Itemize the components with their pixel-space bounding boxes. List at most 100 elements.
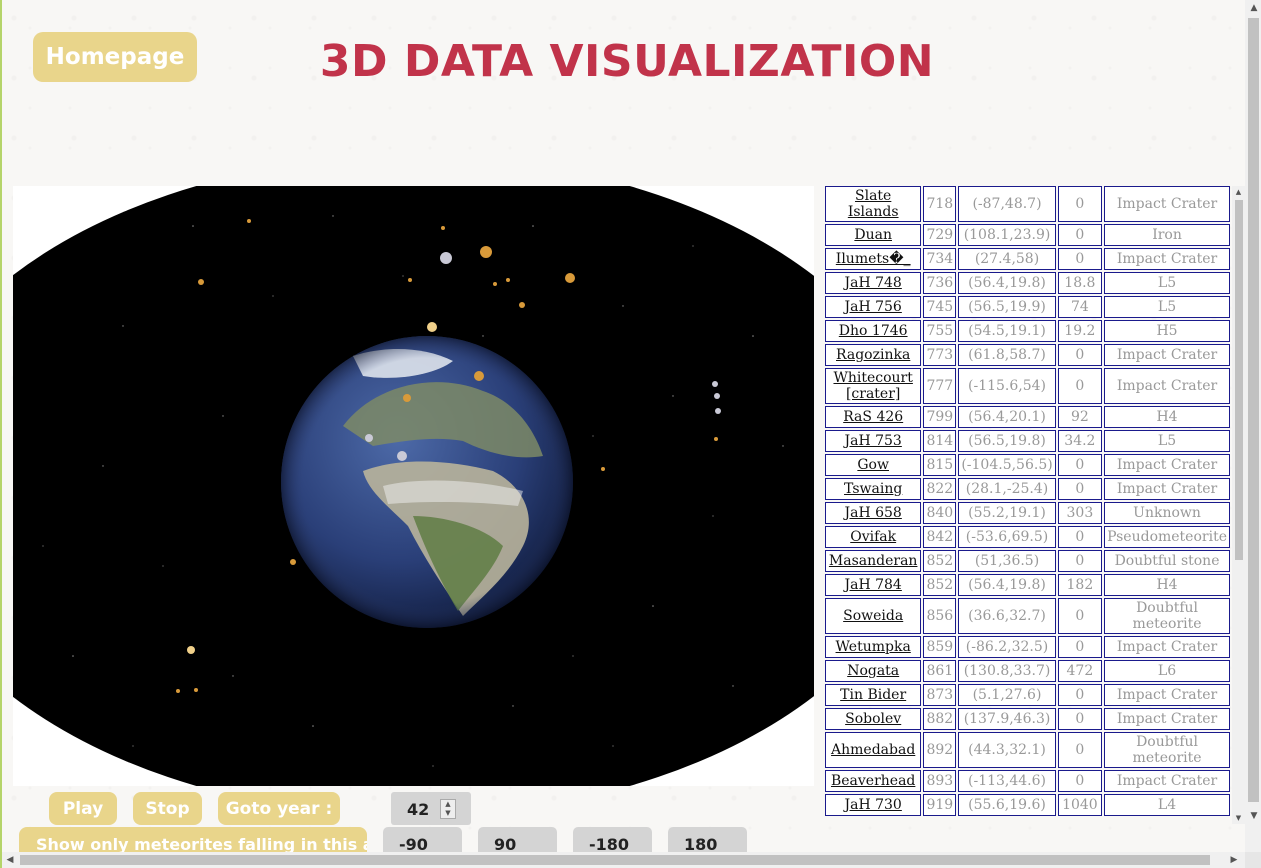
meteorite-name-link[interactable]: Nogata — [825, 660, 922, 682]
mass-cell: 0 — [1057, 186, 1103, 222]
stepper-down-icon[interactable]: ▼ — [441, 809, 455, 818]
meteorite-name-link[interactable]: Ragozinka — [825, 344, 922, 366]
year-cell: 856 — [923, 598, 957, 634]
mass-cell: 0 — [1057, 224, 1103, 246]
coordinates-cell: (55.2,19.1) — [958, 502, 1056, 524]
meteorite-name-link[interactable]: Tswaing — [825, 478, 922, 500]
meteorite-table: Slate Islands 718 (-87,48.7) 0 Impact Crater… — [824, 186, 1232, 824]
table-row: Whitecourt [crater] 777 (-115.6,54) 0 Impact… — [825, 368, 1230, 404]
homepage-button[interactable]: Homepage — [33, 32, 197, 82]
meteorite-name-link[interactable]: Beaverhead — [825, 770, 922, 792]
coordinates-cell: (-115.6,54) — [958, 368, 1056, 404]
type-cell: Unknown — [1104, 502, 1230, 524]
mass-cell: 0 — [1057, 368, 1103, 404]
year-cell: 777 — [923, 368, 957, 404]
type-cell: Doubtful stone — [1104, 550, 1230, 572]
page-vertical-scrollbar[interactable]: ▲ ▼ — [1245, 0, 1261, 852]
page-scroll-down-icon[interactable]: ▼ — [1245, 808, 1261, 824]
table-row: Soweida 856 (36.6,32.7) 0 Doubtful meteorite — [825, 598, 1230, 634]
table-row: Sobolev 882 (137.9,46.3) 0 Impact Crater — [825, 708, 1230, 730]
mass-cell: 0 — [1057, 248, 1103, 270]
type-cell: Impact Crater — [1104, 454, 1230, 476]
meteorite-name-link[interactable]: JaH 784 — [825, 574, 922, 596]
meteorite-name-link[interactable]: JaH 658 — [825, 502, 922, 524]
year-stepper[interactable]: ▲ ▼ — [440, 799, 456, 819]
year-cell: 840 — [923, 502, 957, 524]
table-scrollbar[interactable]: ▲ ▼ — [1232, 186, 1245, 824]
page-scroll-left-icon[interactable]: ◀ — [2, 852, 18, 868]
year-cell: 773 — [923, 344, 957, 366]
meteorite-name-link[interactable]: Ovifak — [825, 526, 922, 548]
play-button[interactable]: Play — [49, 792, 117, 825]
goto-year-button[interactable]: Goto year : — [218, 792, 340, 825]
mass-cell: 0 — [1057, 684, 1103, 706]
coordinates-cell: (56.4,20.1) — [958, 406, 1056, 428]
coordinates-cell: (-53.6,69.5) — [958, 526, 1056, 548]
stop-button[interactable]: Stop — [133, 792, 202, 825]
page-scroll-thumb[interactable] — [1248, 18, 1259, 802]
meteorite-name-link[interactable]: Dho 1746 — [825, 320, 922, 342]
meteorite-name-link[interactable]: JaH 748 — [825, 272, 922, 294]
year-input[interactable]: 42 ▲ ▼ — [391, 792, 471, 825]
meteorite-name-link[interactable]: Ahmedabad — [825, 732, 922, 768]
meteorite-name-link[interactable]: RaS 426 — [825, 406, 922, 428]
meteorite-name-link[interactable]: Whitecourt [crater] — [825, 368, 922, 404]
year-cell: 852 — [923, 574, 957, 596]
page-horizontal-scrollbar[interactable]: ◀ ▶ — [2, 852, 1245, 868]
stepper-up-icon[interactable]: ▲ — [441, 800, 455, 809]
mass-cell: 303 — [1057, 502, 1103, 524]
page-scroll-up-icon[interactable]: ▲ — [1245, 0, 1261, 16]
mass-cell: 182 — [1057, 574, 1103, 596]
meteorite-name-link[interactable]: Slate Islands — [825, 186, 922, 222]
earth-globe — [281, 336, 573, 628]
globe-visualization[interactable] — [13, 186, 814, 786]
type-cell: Impact Crater — [1104, 248, 1230, 270]
meteorite-name-link[interactable]: Gow — [825, 454, 922, 476]
mass-cell: 1040 — [1057, 794, 1103, 816]
year-cell: 736 — [923, 272, 957, 294]
table-row: JaH 756 745 (56.5,19.9) 74 L5 — [825, 296, 1230, 318]
meteorite-name-link[interactable]: Tin Bider — [825, 684, 922, 706]
globe-scene[interactable] — [13, 186, 814, 786]
coordinates-cell: (5.1,27.6) — [958, 684, 1056, 706]
meteorite-name-link[interactable]: JaH 730 — [825, 794, 922, 816]
year-cell: 734 — [923, 248, 957, 270]
meteorite-name-link[interactable]: Duan — [825, 224, 922, 246]
meteorite-name-link[interactable]: JaH 756 — [825, 296, 922, 318]
coordinates-cell: (56.5,19.9) — [958, 296, 1056, 318]
coordinates-cell: (-86.2,32.5) — [958, 636, 1056, 658]
scroll-down-icon[interactable]: ▼ — [1232, 812, 1245, 824]
table-row: Nogata 861 (130.8,33.7) 472 L6 — [825, 660, 1230, 682]
year-cell: 919 — [923, 794, 957, 816]
meteorite-name-link[interactable]: Masanderan — [825, 550, 922, 572]
table-row: Gow 815 (-104.5,56.5) 0 Impact Crater — [825, 454, 1230, 476]
mass-cell: 0 — [1057, 708, 1103, 730]
coordinates-cell: (44.3,32.1) — [958, 732, 1056, 768]
coordinates-cell: (55.6,19.6) — [958, 794, 1056, 816]
coordinates-cell: (56.4,19.8) — [958, 272, 1056, 294]
table-row: Duan 729 (108.1,23.9) 0 Iron — [825, 224, 1230, 246]
type-cell: L6 — [1104, 660, 1230, 682]
meteorite-name-link[interactable]: Sobolev — [825, 708, 922, 730]
mass-cell: 0 — [1057, 478, 1103, 500]
type-cell: L4 — [1104, 794, 1230, 816]
table-scroll-thumb[interactable] — [1235, 200, 1243, 560]
coordinates-cell: (36.6,32.7) — [958, 598, 1056, 634]
page-scroll-right-icon[interactable]: ▶ — [1226, 852, 1242, 868]
coordinates-cell: (130.8,33.7) — [958, 660, 1056, 682]
page-hscroll-thumb[interactable] — [20, 855, 1210, 865]
meteorite-name-link[interactable]: JaH 753 — [825, 430, 922, 452]
coordinates-cell: (108.1,23.9) — [958, 224, 1056, 246]
meteorite-name-link[interactable]: Ilumets�_ — [825, 248, 922, 270]
scroll-up-icon[interactable]: ▲ — [1232, 186, 1245, 198]
meteorite-name-link[interactable]: Soweida — [825, 598, 922, 634]
type-cell: Impact Crater — [1104, 186, 1230, 222]
year-cell: 852 — [923, 550, 957, 572]
table-row: JaH 784 852 (56.4,19.8) 182 H4 — [825, 574, 1230, 596]
table-row: JaH 658 840 (55.2,19.1) 303 Unknown — [825, 502, 1230, 524]
coordinates-cell: (137.9,46.3) — [958, 708, 1056, 730]
type-cell: H4 — [1104, 406, 1230, 428]
coordinates-cell: (-104.5,56.5) — [958, 454, 1056, 476]
type-cell: H5 — [1104, 320, 1230, 342]
meteorite-name-link[interactable]: Wetumpka — [825, 636, 922, 658]
